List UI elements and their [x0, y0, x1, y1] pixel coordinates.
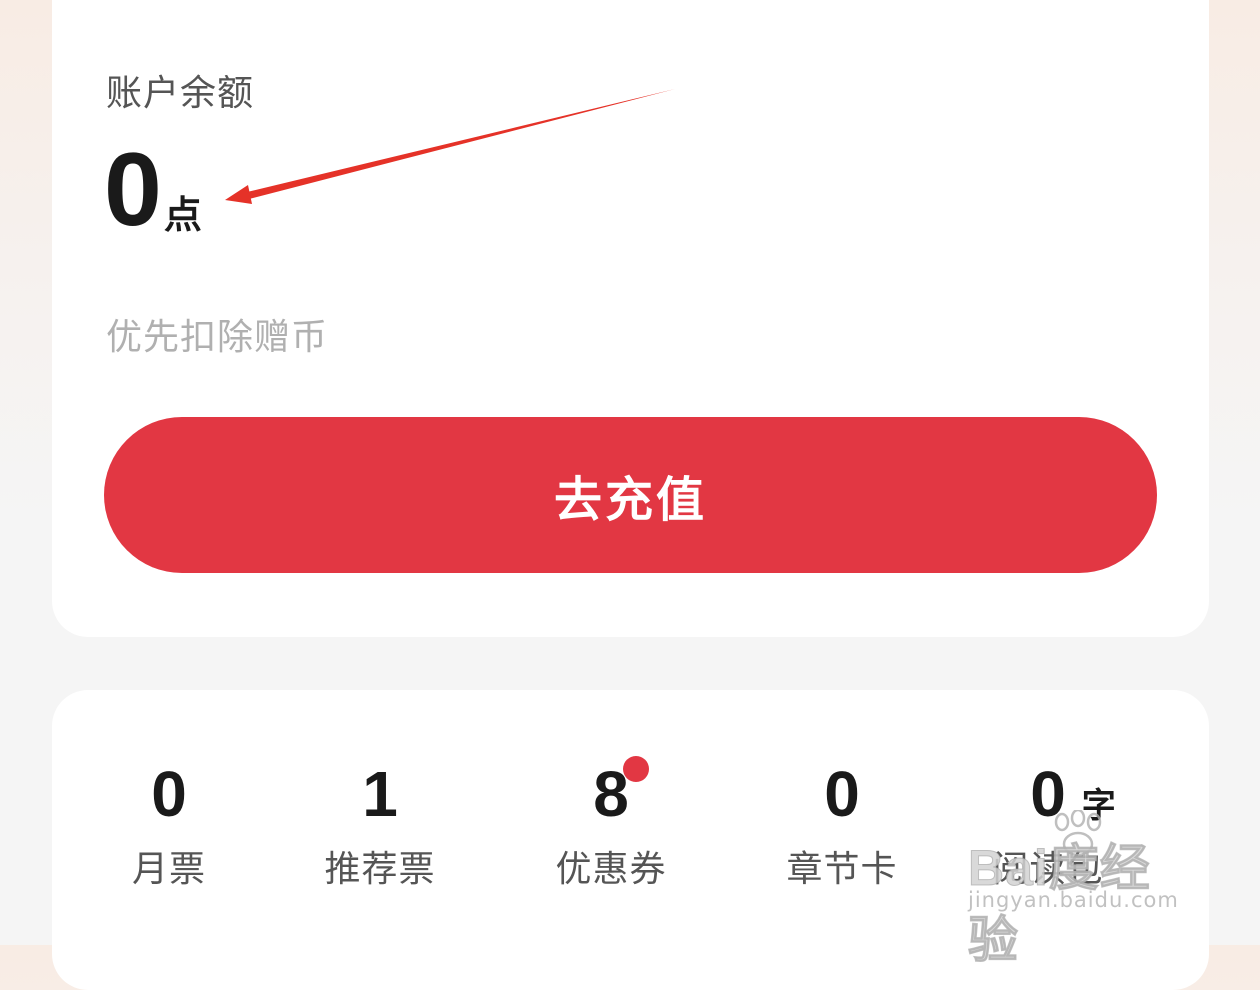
- balance-amount: 0 点: [104, 138, 202, 242]
- asset-coupon[interactable]: 8 优惠券: [491, 756, 731, 898]
- notification-dot-icon: [622, 756, 649, 782]
- asset-chapter-card[interactable]: 0 章节卡: [722, 758, 962, 898]
- asset-label: 阅读包: [992, 849, 1104, 890]
- asset-label: 推荐票: [324, 849, 436, 890]
- asset-label: 月票: [131, 849, 206, 890]
- balance-deduction-note: 优先扣除赠币: [106, 317, 329, 358]
- asset-value: 1: [362, 758, 398, 830]
- balance-unit: 点: [163, 193, 202, 237]
- asset-label: 优惠券: [555, 849, 667, 890]
- recharge-button[interactable]: 去充值: [104, 417, 1157, 573]
- asset-unit: 字: [1081, 786, 1116, 826]
- asset-label: 章节卡: [786, 849, 898, 890]
- asset-reading-pack[interactable]: 0 字 阅读包: [928, 758, 1168, 898]
- asset-value: 0: [824, 758, 860, 830]
- balance-card: 账户余额 0 点 优先扣除赠币 去充值: [52, 0, 1209, 637]
- asset-value: 0: [151, 758, 187, 830]
- asset-monthly-ticket[interactable]: 0 月票: [49, 758, 289, 898]
- asset-value: 0: [1030, 758, 1066, 830]
- asset-recommend-ticket[interactable]: 1 推荐票: [260, 758, 500, 898]
- balance-value: 0: [104, 132, 162, 248]
- balance-label: 账户余额: [106, 73, 255, 114]
